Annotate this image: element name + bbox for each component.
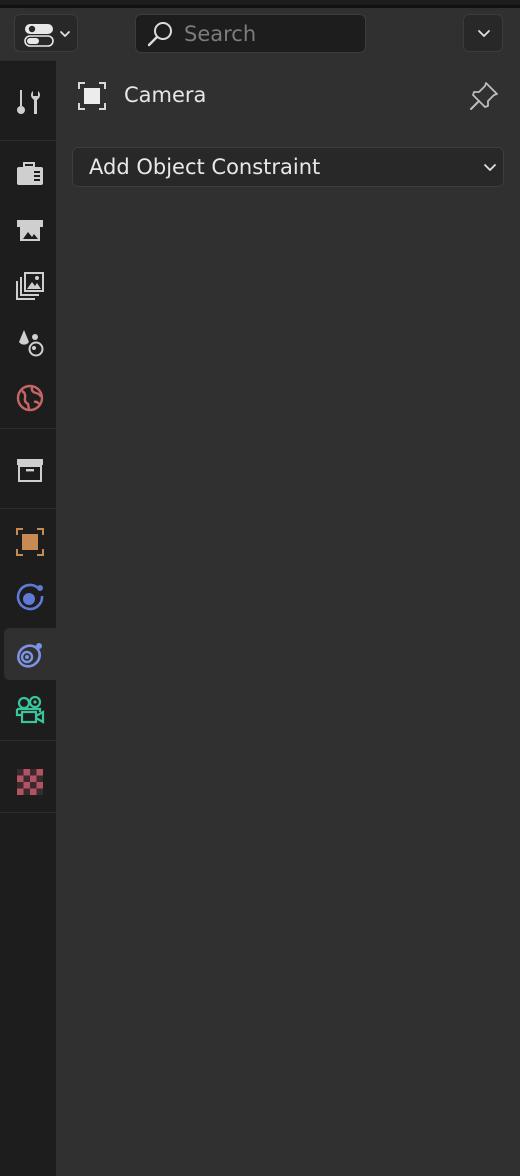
tab-object[interactable] — [4, 516, 56, 568]
chevron-down-icon — [478, 30, 490, 37]
search-field[interactable] — [135, 14, 366, 53]
world-icon — [16, 384, 44, 412]
tab-render[interactable] — [4, 148, 56, 200]
tool-settings-icon — [17, 90, 40, 114]
top-edge — [0, 0, 520, 8]
context-path: Camera — [56, 70, 520, 122]
pin-button[interactable] — [466, 78, 502, 114]
tab-world[interactable] — [4, 372, 56, 424]
collection-icon — [17, 459, 43, 482]
view-layer-icon — [16, 272, 44, 300]
object-icon — [16, 528, 44, 556]
tab-separator — [0, 812, 56, 813]
render-icon — [17, 162, 43, 185]
chevron-down-icon — [484, 164, 496, 171]
add-object-constraint-label: Add Object Constraint — [89, 155, 321, 179]
add-object-constraint-dropdown[interactable]: Add Object Constraint — [72, 147, 504, 187]
tab-view-layer[interactable] — [4, 260, 56, 312]
tab-separator — [0, 428, 56, 429]
output-icon — [17, 220, 43, 241]
object-icon — [78, 82, 106, 110]
tab-collection[interactable] — [4, 444, 56, 496]
tab-separator — [0, 508, 56, 509]
texture-icon — [17, 769, 43, 795]
scene-icon — [19, 330, 44, 357]
tab-tool[interactable] — [4, 76, 56, 128]
search-input[interactable] — [184, 19, 354, 49]
tab-output[interactable] — [4, 204, 56, 256]
camera-data-icon — [15, 695, 45, 724]
tab-separator — [0, 740, 56, 741]
chevron-down-icon — [60, 31, 70, 37]
tab-separator — [0, 60, 56, 61]
options-dropdown-button[interactable] — [463, 14, 503, 52]
object-constraint-icon — [17, 643, 42, 668]
search-icon — [147, 22, 172, 47]
properties-header — [0, 8, 520, 60]
tab-separator — [0, 140, 56, 141]
pin-icon — [470, 82, 498, 110]
context-object-name: Camera — [124, 83, 207, 107]
tab-object-data[interactable] — [4, 684, 56, 736]
editor-type-button[interactable] — [14, 14, 78, 52]
constraints-panel: Camera Add Object Constraint — [56, 60, 520, 1176]
tab-scene[interactable] — [4, 316, 56, 368]
properties-tab-bar — [0, 60, 56, 1176]
properties-editor-switch-icon — [24, 24, 54, 47]
tab-texture[interactable] — [4, 756, 56, 808]
tab-object-constraints[interactable] — [4, 628, 56, 680]
physics-icon — [16, 583, 44, 611]
tab-physics[interactable] — [4, 572, 56, 624]
